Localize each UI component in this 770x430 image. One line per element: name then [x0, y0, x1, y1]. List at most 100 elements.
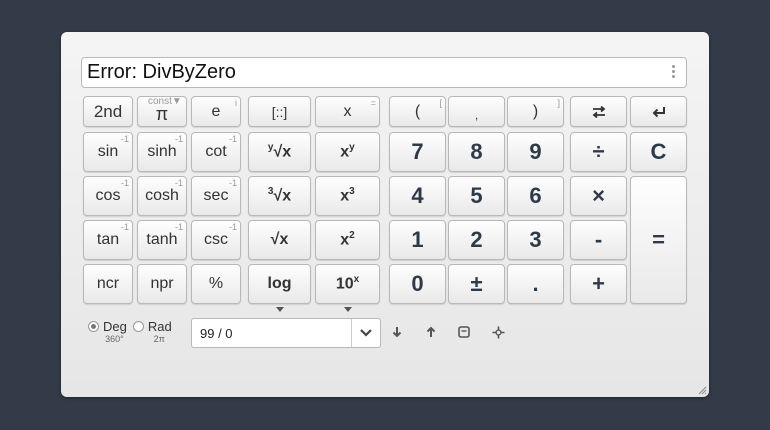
- cosh-inverse-label: -1: [174, 178, 183, 188]
- power-exponent: y: [349, 142, 355, 154]
- ten-power-dropdown-icon[interactable]: [343, 307, 352, 312]
- plus-button[interactable]: +: [570, 264, 627, 304]
- pi-label: π: [155, 104, 169, 124]
- right-paren-button[interactable]: ] ): [507, 96, 564, 127]
- tan-button[interactable]: -1 tan: [83, 220, 133, 260]
- comma-label: ,: [474, 107, 479, 122]
- cube-root-button[interactable]: 3√x: [248, 176, 311, 216]
- equals-button[interactable]: =: [630, 176, 687, 304]
- digit-0-label: 0: [411, 271, 424, 296]
- sinh-label: sinh: [147, 143, 177, 160]
- left-paren-button[interactable]: [ (: [389, 96, 446, 127]
- square-button[interactable]: x2: [315, 220, 380, 260]
- percent-button[interactable]: %: [191, 264, 241, 304]
- square-root-label: √x: [270, 231, 289, 248]
- comma-button[interactable]: ,: [448, 96, 505, 127]
- digit-2-label: 2: [470, 227, 483, 252]
- sin-button[interactable]: -1 sin: [83, 132, 133, 172]
- minus-button[interactable]: -: [570, 220, 627, 260]
- digit-8-button[interactable]: 8: [448, 132, 505, 172]
- yroot-button[interactable]: y√x: [248, 132, 311, 172]
- digit-3-label: 3: [529, 227, 542, 252]
- tan-inverse-label: -1: [120, 222, 129, 232]
- matrix-button[interactable]: [::]: [248, 96, 311, 127]
- csc-button[interactable]: -1 csc: [191, 220, 241, 260]
- cosh-button[interactable]: -1 cosh: [137, 176, 187, 216]
- sec-button[interactable]: -1 sec: [191, 176, 241, 216]
- expression-combobox[interactable]: 99 / 0: [191, 318, 381, 348]
- window-button[interactable]: [456, 324, 472, 340]
- rad-radio[interactable]: Rad 2π: [132, 319, 172, 344]
- digit-3-button[interactable]: 3: [507, 220, 564, 260]
- log-button[interactable]: log: [248, 264, 311, 312]
- expression-value[interactable]: 99 / 0: [192, 326, 351, 341]
- square-root-button[interactable]: √x: [248, 220, 311, 260]
- swap-button[interactable]: [570, 96, 627, 127]
- tanh-button[interactable]: -1 tanh: [137, 220, 187, 260]
- square-exponent: 2: [349, 230, 355, 242]
- rad-label: Rad: [147, 319, 172, 334]
- clear-button[interactable]: C: [630, 132, 687, 172]
- angle-mode-group: Deg 360° Rad 2π: [88, 319, 172, 344]
- ten-power-button[interactable]: 10x: [315, 264, 380, 312]
- rad-radio-dot[interactable]: [132, 321, 144, 332]
- cot-button[interactable]: -1 cot: [191, 132, 241, 172]
- calculator-panel: Error: DivByZero 2nd const▼ π i e [::] =…: [61, 32, 709, 397]
- digit-5-label: 5: [470, 183, 483, 208]
- digit-9-button[interactable]: 9: [507, 132, 564, 172]
- history-up-button[interactable]: [423, 324, 439, 340]
- cos-button[interactable]: -1 cos: [83, 176, 133, 216]
- csc-label: csc: [204, 231, 228, 248]
- npr-button[interactable]: npr: [137, 264, 187, 304]
- digit-7-button[interactable]: 7: [389, 132, 446, 172]
- digit-5-button[interactable]: 5: [448, 176, 505, 216]
- tan-label: tan: [96, 231, 120, 248]
- multiply-button[interactable]: ×: [570, 176, 627, 216]
- cosh-label: cosh: [145, 187, 179, 204]
- menu-dots-icon[interactable]: [672, 65, 676, 78]
- cube-button[interactable]: x3: [315, 176, 380, 216]
- divide-button[interactable]: ÷: [570, 132, 627, 172]
- history-down-button[interactable]: [389, 324, 405, 340]
- second-button[interactable]: 2nd: [83, 96, 133, 127]
- log-label: log: [267, 275, 292, 292]
- power-base: x: [340, 143, 350, 161]
- resize-grip-icon[interactable]: [697, 385, 707, 395]
- sinh-button[interactable]: -1 sinh: [137, 132, 187, 172]
- plus-minus-button[interactable]: ±: [448, 264, 505, 304]
- deg-label: Deg: [103, 319, 127, 334]
- deg-radio[interactable]: Deg 360°: [88, 319, 127, 344]
- digit-6-button[interactable]: 6: [507, 176, 564, 216]
- ten-power-base: 10: [335, 275, 354, 293]
- variable-x-button[interactable]: = x: [315, 96, 380, 127]
- plus-minus-label: ±: [470, 271, 483, 296]
- ncr-label: ncr: [96, 275, 120, 292]
- digit-4-button[interactable]: 4: [389, 176, 446, 216]
- cot-inverse-label: -1: [228, 134, 237, 144]
- backspace-icon: [652, 106, 665, 117]
- log-dropdown-icon[interactable]: [275, 307, 284, 312]
- digit-1-button[interactable]: 1: [389, 220, 446, 260]
- crosshair-button[interactable]: [490, 324, 506, 340]
- minus-label: -: [594, 227, 603, 252]
- digit-2-button[interactable]: 2: [448, 220, 505, 260]
- power-button[interactable]: xy: [315, 132, 380, 172]
- deg-sublabel: 360°: [105, 334, 124, 344]
- e-button[interactable]: i e: [191, 96, 241, 127]
- digit-0-button[interactable]: 0: [389, 264, 446, 304]
- sin-label: sin: [97, 143, 119, 160]
- multiply-label: ×: [592, 183, 605, 208]
- backspace-button[interactable]: [630, 96, 687, 127]
- ncr-button[interactable]: ncr: [83, 264, 133, 304]
- digit-9-label: 9: [529, 139, 542, 164]
- divide-label: ÷: [592, 139, 605, 164]
- x-alt-label: =: [370, 98, 376, 108]
- pi-button[interactable]: const▼ π: [137, 96, 187, 127]
- sec-label: sec: [203, 187, 229, 204]
- expression-dropdown-button[interactable]: [351, 319, 380, 347]
- deg-radio-dot[interactable]: [88, 321, 99, 332]
- cot-label: cot: [205, 143, 227, 160]
- decimal-point-button[interactable]: .: [507, 264, 564, 304]
- csc-inverse-label: -1: [228, 222, 237, 232]
- matrix-label: [::]: [271, 103, 288, 120]
